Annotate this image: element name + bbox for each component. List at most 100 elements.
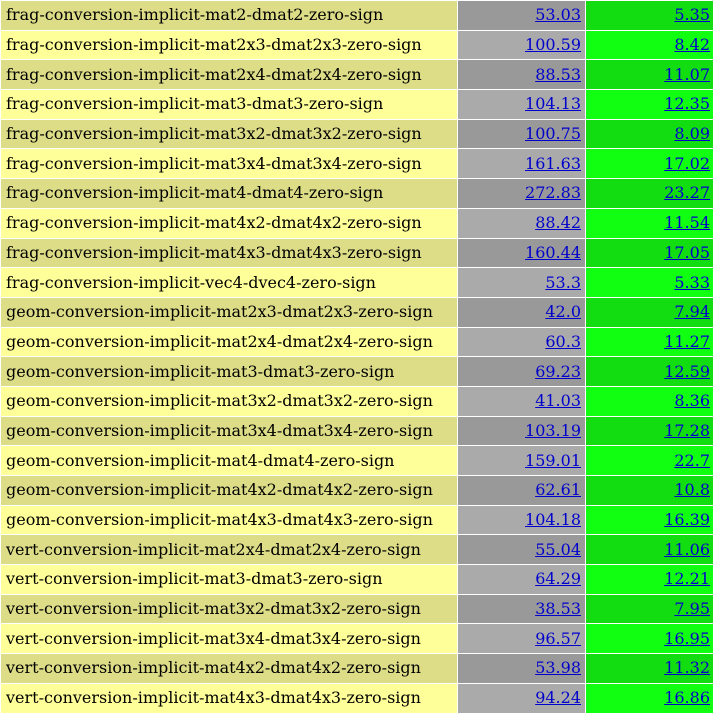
ratio-value-cell: 11.07 <box>586 60 713 90</box>
table-row: frag-conversion-implicit-mat2x4-dmat2x4-… <box>1 60 713 90</box>
ratio-value-link[interactable]: 7.94 <box>674 302 710 321</box>
ratio-value-cell: 16.95 <box>586 624 713 654</box>
ratio-value-link[interactable]: 16.86 <box>664 688 710 707</box>
ratio-value-link[interactable]: 8.42 <box>674 35 710 54</box>
result-value-link[interactable]: 60.3 <box>545 332 581 351</box>
ratio-value-link[interactable]: 11.27 <box>664 332 710 351</box>
test-name-cell: vert-conversion-implicit-mat4x3-dmat4x3-… <box>1 683 457 713</box>
result-value-link[interactable]: 94.24 <box>535 688 581 707</box>
result-value-link[interactable]: 104.18 <box>525 510 581 529</box>
result-value-link[interactable]: 53.98 <box>535 658 581 677</box>
ratio-value-link[interactable]: 22.7 <box>674 451 710 470</box>
test-name-cell: frag-conversion-implicit-vec4-dvec4-zero… <box>1 268 457 297</box>
test-name-cell: frag-conversion-implicit-mat4-dmat4-zero… <box>1 179 457 208</box>
result-value-link[interactable]: 41.03 <box>535 391 581 410</box>
ratio-value-link[interactable]: 8.09 <box>674 124 710 143</box>
result-value-link[interactable]: 53.03 <box>535 5 581 24</box>
result-value-link[interactable]: 64.29 <box>535 569 581 588</box>
result-value-link[interactable]: 272.83 <box>525 183 581 202</box>
table-row: geom-conversion-implicit-mat4x3-dmat4x3-… <box>1 505 713 535</box>
result-value-link[interactable]: 104.13 <box>525 94 581 113</box>
ratio-value-link[interactable]: 17.02 <box>664 154 710 173</box>
ratio-value-cell: 11.06 <box>586 535 713 565</box>
result-value-cell: 88.53 <box>458 60 585 90</box>
result-value-link[interactable]: 88.53 <box>535 65 581 84</box>
test-name-cell: vert-conversion-implicit-mat4x2-dmat4x2-… <box>1 654 457 683</box>
test-name-cell: geom-conversion-implicit-mat2x3-dmat2x3-… <box>1 297 457 327</box>
result-value-cell: 96.57 <box>458 624 585 654</box>
ratio-value-link[interactable]: 11.32 <box>664 658 710 677</box>
ratio-value-cell: 12.21 <box>586 565 713 594</box>
ratio-value-cell: 17.28 <box>586 416 713 446</box>
ratio-value-cell: 8.42 <box>586 30 713 60</box>
result-value-link[interactable]: 161.63 <box>525 154 581 173</box>
ratio-value-cell: 7.95 <box>586 594 713 624</box>
ratio-value-link[interactable]: 12.59 <box>664 362 710 381</box>
ratio-value-link[interactable]: 17.05 <box>664 243 710 262</box>
result-value-link[interactable]: 53.3 <box>545 273 581 292</box>
test-name-cell: vert-conversion-implicit-mat3x4-dmat3x4-… <box>1 624 457 654</box>
table-row: geom-conversion-implicit-mat3-dmat3-zero… <box>1 357 713 386</box>
result-value-link[interactable]: 96.57 <box>535 629 581 648</box>
test-name-cell: vert-conversion-implicit-mat2x4-dmat2x4-… <box>1 535 457 565</box>
test-name-cell: geom-conversion-implicit-mat4x3-dmat4x3-… <box>1 505 457 535</box>
test-name-cell: geom-conversion-implicit-mat4-dmat4-zero… <box>1 446 457 475</box>
result-value-cell: 53.3 <box>458 268 585 297</box>
ratio-value-link[interactable]: 12.35 <box>664 94 710 113</box>
result-value-link[interactable]: 42.0 <box>545 302 581 321</box>
ratio-value-link[interactable]: 5.35 <box>674 5 710 24</box>
table-row: geom-conversion-implicit-mat2x4-dmat2x4-… <box>1 327 713 357</box>
test-name-cell: frag-conversion-implicit-mat3x2-dmat3x2-… <box>1 119 457 149</box>
result-value-link[interactable]: 100.75 <box>525 124 581 143</box>
ratio-value-link[interactable]: 23.27 <box>664 183 710 202</box>
result-value-link[interactable]: 55.04 <box>535 540 581 559</box>
result-value-link[interactable]: 160.44 <box>525 243 581 262</box>
ratio-value-link[interactable]: 16.39 <box>664 510 710 529</box>
test-name-cell: frag-conversion-implicit-mat3-dmat3-zero… <box>1 90 457 119</box>
test-name-cell: geom-conversion-implicit-mat4x2-dmat4x2-… <box>1 476 457 505</box>
result-value-link[interactable]: 69.23 <box>535 362 581 381</box>
ratio-value-link[interactable]: 11.07 <box>664 65 710 84</box>
ratio-value-link[interactable]: 11.06 <box>664 540 710 559</box>
result-value-cell: 272.83 <box>458 179 585 208</box>
ratio-value-link[interactable]: 8.36 <box>674 391 710 410</box>
table-row: frag-conversion-implicit-mat3-dmat3-zero… <box>1 90 713 119</box>
result-value-link[interactable]: 88.42 <box>535 213 581 232</box>
ratio-value-cell: 16.39 <box>586 505 713 535</box>
result-value-link[interactable]: 62.61 <box>535 480 581 499</box>
ratio-value-link[interactable]: 12.21 <box>664 569 710 588</box>
ratio-value-link[interactable]: 11.54 <box>664 213 710 232</box>
result-value-link[interactable]: 100.59 <box>525 35 581 54</box>
result-value-link[interactable]: 38.53 <box>535 599 581 618</box>
result-value-link[interactable]: 159.01 <box>525 451 581 470</box>
table-row: frag-conversion-implicit-mat2x3-dmat2x3-… <box>1 30 713 60</box>
ratio-value-cell: 11.32 <box>586 654 713 683</box>
ratio-value-link[interactable]: 10.8 <box>674 480 710 499</box>
result-value-cell: 160.44 <box>458 238 585 268</box>
test-name-cell: geom-conversion-implicit-mat3-dmat3-zero… <box>1 357 457 386</box>
result-value-cell: 104.13 <box>458 90 585 119</box>
table-row: geom-conversion-implicit-mat2x3-dmat2x3-… <box>1 297 713 327</box>
table-row: vert-conversion-implicit-mat3x2-dmat3x2-… <box>1 594 713 624</box>
ratio-value-link[interactable]: 17.28 <box>664 421 710 440</box>
table-row: geom-conversion-implicit-mat4x2-dmat4x2-… <box>1 476 713 505</box>
result-value-cell: 60.3 <box>458 327 585 357</box>
table-row: geom-conversion-implicit-mat3x4-dmat3x4-… <box>1 416 713 446</box>
table-row: vert-conversion-implicit-mat2x4-dmat2x4-… <box>1 535 713 565</box>
table-row: vert-conversion-implicit-mat4x2-dmat4x2-… <box>1 654 713 683</box>
ratio-value-link[interactable]: 16.95 <box>664 629 710 648</box>
result-value-cell: 53.98 <box>458 654 585 683</box>
table-row: geom-conversion-implicit-mat4-dmat4-zero… <box>1 446 713 475</box>
ratio-value-link[interactable]: 7.95 <box>674 599 710 618</box>
test-name-cell: geom-conversion-implicit-mat3x4-dmat3x4-… <box>1 416 457 446</box>
table-row: vert-conversion-implicit-mat4x3-dmat4x3-… <box>1 683 713 713</box>
result-value-link[interactable]: 103.19 <box>525 421 581 440</box>
table-row: frag-conversion-implicit-mat4x2-dmat4x2-… <box>1 208 713 238</box>
result-value-cell: 38.53 <box>458 594 585 624</box>
results-table-body: frag-conversion-implicit-mat2-dmat2-zero… <box>1 1 713 713</box>
ratio-value-link[interactable]: 5.33 <box>674 273 710 292</box>
test-name-cell: frag-conversion-implicit-mat4x2-dmat4x2-… <box>1 208 457 238</box>
test-name-cell: vert-conversion-implicit-mat3-dmat3-zero… <box>1 565 457 594</box>
result-value-cell: 100.59 <box>458 30 585 60</box>
ratio-value-cell: 7.94 <box>586 297 713 327</box>
